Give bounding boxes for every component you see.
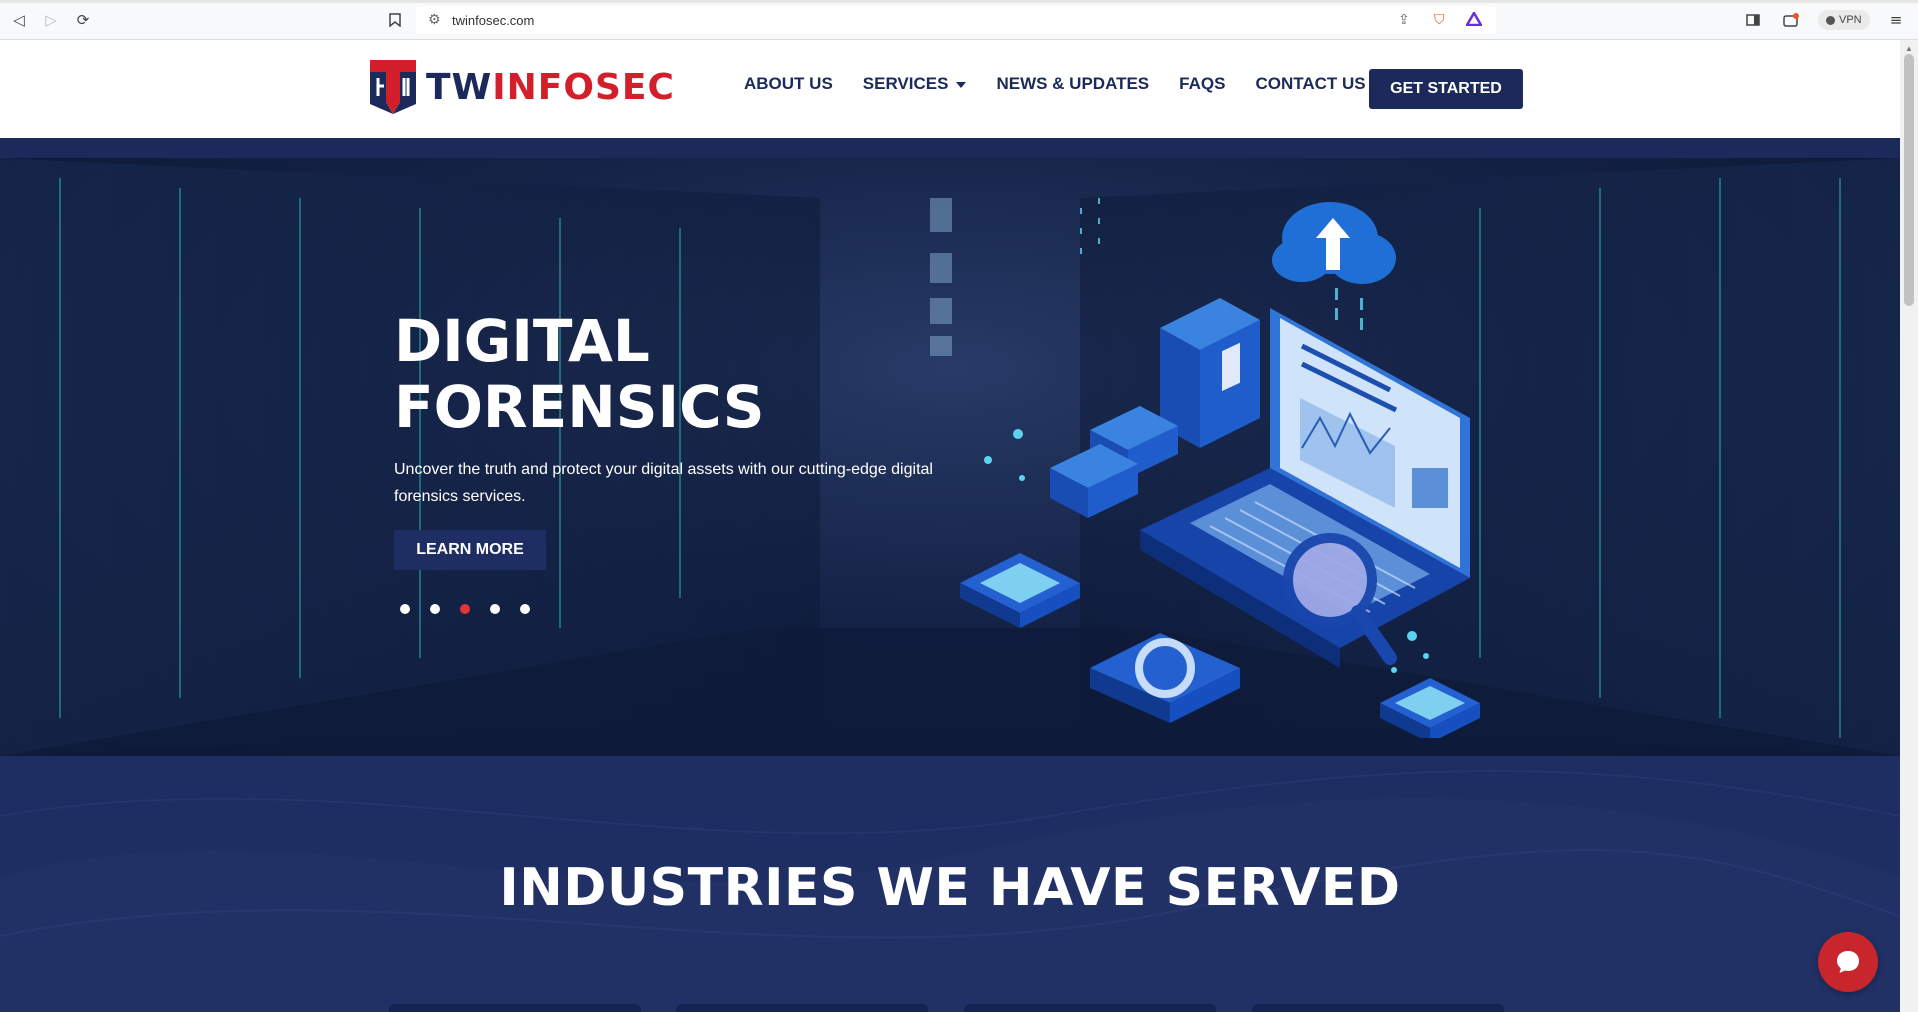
share-icon[interactable]: ⇪ — [1398, 12, 1410, 28]
nav-contact-us[interactable]: CONTACT US — [1255, 74, 1365, 94]
rewards-icon[interactable] — [1464, 10, 1484, 30]
hero-slider: DIGITAL FORENSICS Uncover the truth and … — [0, 158, 1900, 756]
industry-card[interactable] — [1252, 1004, 1504, 1012]
vpn-label: VPN — [1839, 14, 1862, 26]
back-icon[interactable]: ◁ — [8, 9, 30, 31]
slider-pagination — [400, 604, 530, 614]
industries-section: INDUSTRIES WE HAVE SERVED — [0, 756, 1900, 1012]
chevron-down-icon — [956, 82, 967, 88]
vpn-button[interactable]: VPN — [1818, 10, 1870, 30]
vpn-status-icon — [1826, 15, 1835, 25]
hero-title-line-1: DIGITAL — [394, 307, 650, 375]
sidebar-icon[interactable] — [1742, 9, 1764, 31]
forward-icon[interactable]: ▷ — [40, 9, 62, 31]
slider-dot-1[interactable] — [400, 604, 410, 614]
digital-forensics-illustration — [960, 198, 1480, 738]
industry-card[interactable] — [389, 1004, 641, 1012]
site-header: TWINFOSEC ABOUT US SERVICES NEWS & UPDAT… — [0, 40, 1900, 138]
logo-text-prefix: TW — [426, 66, 493, 108]
chat-button[interactable] — [1818, 932, 1878, 992]
reload-icon[interactable]: ⟳ — [72, 9, 94, 31]
wallet-icon[interactable] — [1780, 9, 1802, 31]
nav-services-label: SERVICES — [862, 74, 949, 93]
industries-title: INDUSTRIES WE HAVE SERVED — [499, 858, 1401, 918]
site-settings-icon[interactable]: ⚙ — [428, 12, 441, 28]
hero-title-line-2: FORENSICS — [394, 373, 765, 441]
site-logo[interactable]: TWINFOSEC — [368, 58, 675, 116]
hero-top-band — [0, 138, 1900, 158]
brave-shields-icon[interactable]: ⛉ — [1434, 12, 1445, 28]
browser-toolbar: ◁ ▷ ⟳ ⚙ twinfosec.com ⇪ ⛉ VPN ≡ — [0, 0, 1918, 40]
logo-mark-icon — [370, 60, 416, 114]
logo-text: TWINFOSEC — [426, 67, 675, 108]
slider-dot-4[interactable] — [490, 604, 500, 614]
slider-dot-2[interactable] — [430, 604, 440, 614]
menu-icon[interactable]: ≡ — [1885, 9, 1907, 31]
address-url: twinfosec.com — [452, 13, 535, 28]
bookmark-icon[interactable] — [384, 9, 406, 31]
nav-services[interactable]: SERVICES — [863, 74, 967, 94]
address-bar[interactable]: ⚙ twinfosec.com ⇪ ⛉ — [416, 6, 1496, 34]
nav-faqs[interactable]: FAQS — [1179, 74, 1225, 94]
chat-icon — [1837, 951, 1859, 973]
main-nav: ABOUT US SERVICES NEWS & UPDATES FAQS CO… — [744, 74, 1366, 94]
slider-dot-5[interactable] — [520, 604, 530, 614]
hero-title: DIGITAL FORENSICS — [394, 308, 894, 440]
industry-card[interactable] — [676, 1004, 928, 1012]
tab-strip-edge — [0, 0, 1918, 3]
nav-news-updates[interactable]: NEWS & UPDATES — [996, 74, 1149, 94]
nav-about-us[interactable]: ABOUT US — [744, 74, 833, 94]
slider-dot-3[interactable] — [460, 604, 470, 614]
logo-text-suffix: INFOSEC — [492, 66, 675, 108]
get-started-button[interactable]: GET STARTED — [1369, 69, 1523, 109]
learn-more-button[interactable]: LEARN MORE — [394, 530, 546, 570]
scrollbar-thumb[interactable] — [1904, 54, 1914, 306]
scroll-up-icon[interactable]: ▲ — [1905, 44, 1913, 53]
industry-card[interactable] — [964, 1004, 1216, 1012]
hero-subtitle: Uncover the truth and protect your digit… — [394, 461, 933, 505]
page-scrollbar[interactable]: ▲ — [1900, 40, 1918, 1012]
